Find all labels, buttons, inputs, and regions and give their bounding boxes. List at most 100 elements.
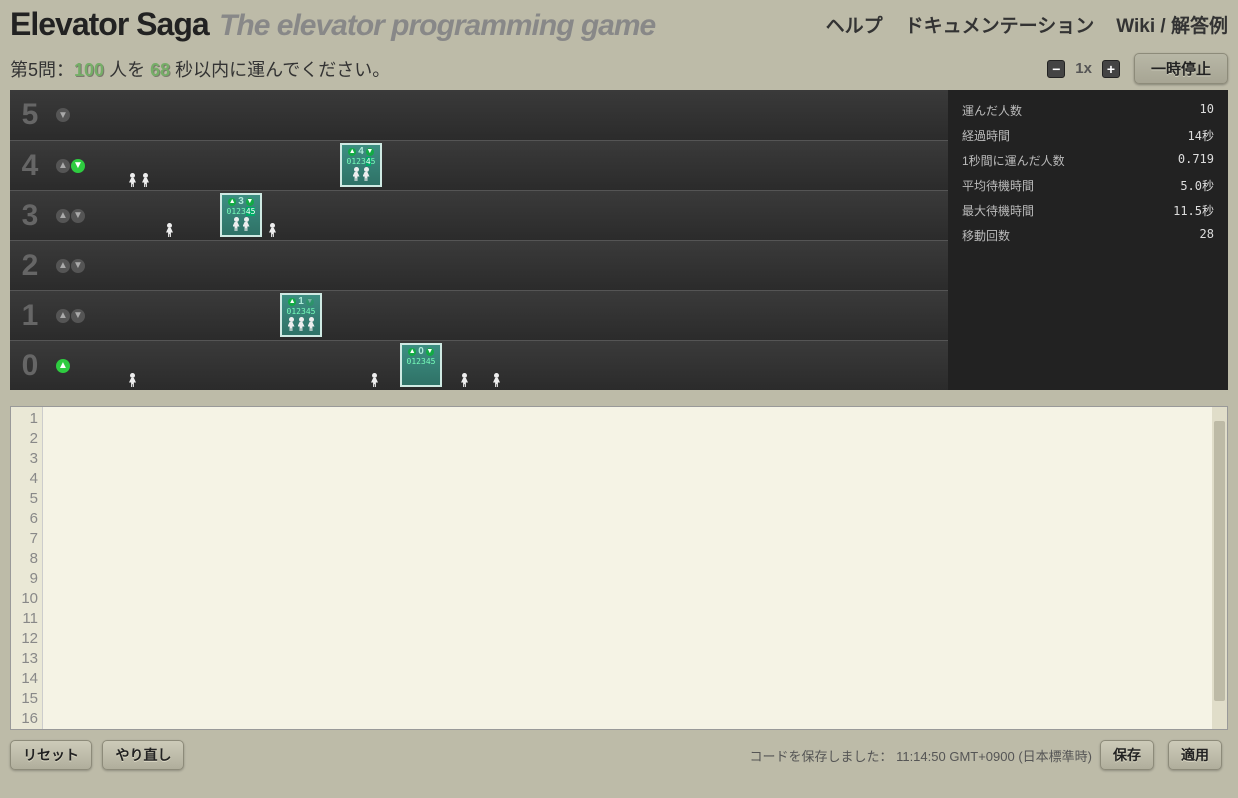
call-down-button[interactable]: ▼	[71, 309, 85, 323]
stat-value: 28	[1200, 227, 1214, 244]
stat-label: 平均待機時間	[962, 177, 1034, 194]
call-up-button[interactable]: ▲	[56, 159, 70, 173]
reset-button[interactable]: リセット	[10, 740, 92, 770]
code-editor[interactable]: 12345678910111213141516	[10, 406, 1228, 730]
simulation-world: 5▼4▲▼3▲▼2▲▼1▲▼0▲▲3▼012345▲1▼012345▲4▼012…	[10, 90, 948, 390]
stat-label: 1秒間に運んだ人数	[962, 152, 1065, 169]
waiting-people	[268, 223, 277, 237]
floor-number: 5	[10, 98, 50, 132]
stat-row: 最大待機時間11.5秒	[962, 198, 1214, 223]
line-number: 14	[11, 669, 38, 689]
floor-number: 2	[10, 249, 50, 283]
call-up-button[interactable]: ▲	[56, 359, 70, 373]
call-up-button[interactable]: ▲	[56, 309, 70, 323]
floor-1: 1▲▼	[10, 290, 948, 340]
save-msg-prefix: コードを保存しました：	[749, 749, 896, 764]
line-number: 2	[11, 429, 38, 449]
floor-5: 5▼	[10, 90, 948, 140]
nav-help[interactable]: ヘルプ	[826, 11, 883, 38]
speed-decrease-button[interactable]: −	[1047, 60, 1065, 78]
elevator-floor-indicator: 4	[358, 146, 364, 157]
elevator-down-icon: ▼	[306, 298, 314, 306]
elevator-indicators: ▲3▼	[228, 196, 254, 207]
floor-4: 4▲▼	[10, 140, 948, 190]
call-down-button[interactable]: ▼	[71, 159, 85, 173]
waiting-people	[492, 373, 501, 387]
line-number: 11	[11, 609, 38, 629]
line-number: 5	[11, 489, 38, 509]
challenge-prefix: 第5問：	[10, 60, 74, 80]
call-down-button[interactable]: ▼	[56, 108, 70, 122]
call-buttons: ▲▼	[56, 259, 85, 273]
line-number: 3	[11, 449, 38, 469]
line-number: 12	[11, 629, 38, 649]
challenge-seconds: 68	[150, 60, 170, 80]
call-down-button[interactable]: ▼	[71, 259, 85, 273]
line-number: 1	[11, 409, 38, 429]
save-button[interactable]: 保存	[1100, 740, 1154, 770]
editor-textarea[interactable]	[43, 407, 1212, 729]
challenge-mid2: 秒以内に運んでください。	[170, 60, 390, 80]
elevator-floor-indicator: 3	[238, 196, 244, 207]
title-sub: The elevator programming game	[219, 9, 655, 42]
floor-0: 0▲	[10, 340, 948, 390]
floor-number: 1	[10, 299, 50, 333]
stat-label: 移動回数	[962, 227, 1010, 244]
speed-increase-button[interactable]: +	[1102, 60, 1120, 78]
line-number: 8	[11, 549, 38, 569]
floor-number: 3	[10, 199, 50, 233]
person-icon	[128, 373, 137, 387]
stat-value: 14秒	[1188, 127, 1214, 144]
elevator-floor-indicator: 0	[418, 346, 424, 357]
elevator-indicators: ▲4▼	[348, 146, 374, 157]
elevator-floor-buttons: 012345	[227, 207, 256, 216]
scrollbar-thumb[interactable]	[1214, 421, 1225, 701]
editor-scrollbar[interactable]	[1212, 407, 1227, 729]
elevator-up-icon: ▲	[348, 148, 356, 156]
call-up-button[interactable]: ▲	[56, 209, 70, 223]
line-number: 15	[11, 689, 38, 709]
line-number: 9	[11, 569, 38, 589]
elevator-down-icon: ▼	[246, 198, 254, 206]
elevator-passengers	[287, 317, 316, 331]
person-icon	[242, 217, 251, 231]
elevator-up-icon: ▲	[228, 198, 236, 206]
elevator-3: ▲0▼012345	[400, 343, 442, 387]
elevator-up-icon: ▲	[408, 348, 416, 356]
elevator-up-icon: ▲	[288, 298, 296, 306]
elevator-floor-buttons: 012345	[287, 307, 316, 316]
nav-wiki[interactable]: Wiki / 解答例	[1116, 11, 1228, 38]
editor-gutter: 12345678910111213141516	[11, 407, 43, 729]
person-icon	[232, 217, 241, 231]
title-main: Elevator Saga	[10, 6, 209, 42]
person-icon	[460, 373, 469, 387]
elevator-indicators: ▲0▼	[408, 346, 434, 357]
person-icon	[268, 223, 277, 237]
call-down-button[interactable]: ▼	[71, 209, 85, 223]
floor-3: 3▲▼	[10, 190, 948, 240]
nav-docs[interactable]: ドキュメンテーション	[905, 11, 1095, 38]
call-buttons: ▲▼	[56, 159, 85, 173]
elevator-floor-buttons: 012345	[407, 357, 436, 366]
stat-row: 平均待機時間5.0秒	[962, 173, 1214, 198]
stat-row: 1秒間に運んだ人数0.719	[962, 148, 1214, 173]
challenge-mid1: 人を	[104, 60, 150, 80]
line-number: 10	[11, 589, 38, 609]
elevator-0: ▲3▼012345	[220, 193, 262, 237]
waiting-people	[460, 373, 469, 387]
apply-button[interactable]: 適用	[1168, 740, 1222, 770]
nav-links: ヘルプ ドキュメンテーション Wiki / 解答例	[826, 11, 1228, 38]
pause-button[interactable]: 一時停止	[1134, 53, 1228, 84]
person-icon	[362, 167, 371, 181]
line-number: 7	[11, 529, 38, 549]
waiting-people	[370, 373, 379, 387]
stats-panel: 運んだ人数10経過時間14秒1秒間に運んだ人数0.719平均待機時間5.0秒最大…	[948, 90, 1228, 390]
undo-button[interactable]: やり直し	[102, 740, 184, 770]
challenge-people: 100	[74, 60, 104, 80]
stat-row: 移動回数 28	[962, 223, 1214, 248]
call-up-button[interactable]: ▲	[56, 259, 70, 273]
floor-number: 4	[10, 149, 50, 183]
elevator-down-icon: ▼	[366, 148, 374, 156]
stat-value: 10	[1200, 102, 1214, 119]
call-buttons: ▲▼	[56, 209, 85, 223]
